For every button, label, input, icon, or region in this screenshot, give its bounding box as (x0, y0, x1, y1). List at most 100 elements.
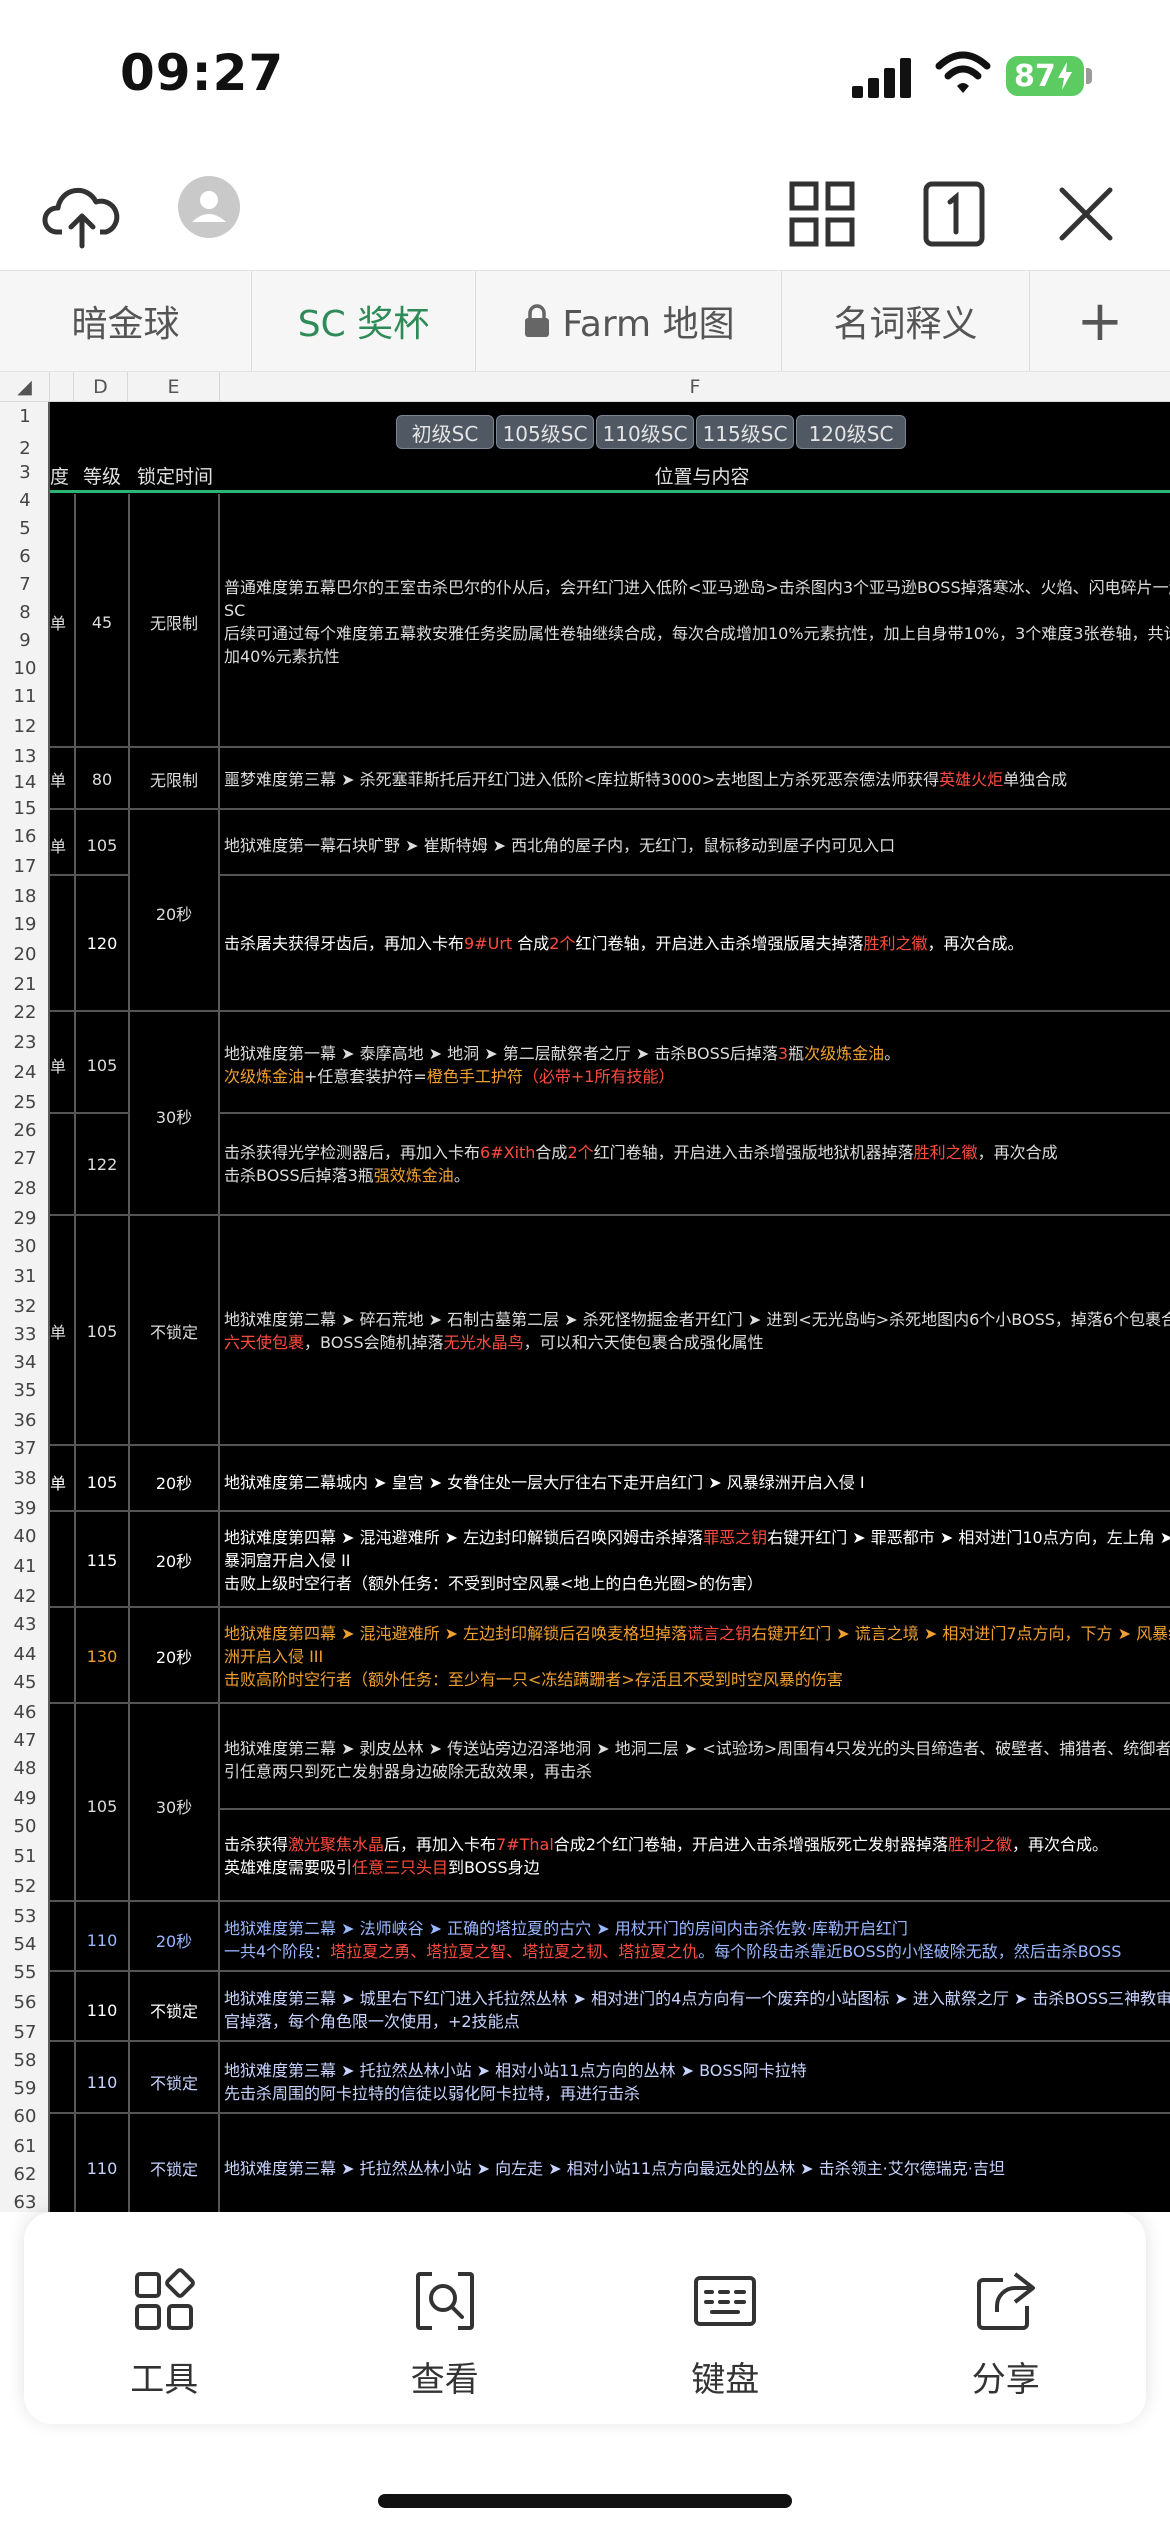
sc-level-button-120[interactable]: 120级SC (796, 415, 906, 449)
content-cell[interactable]: 地狱难度第一幕 ➤ 泰摩高地 ➤ 地洞 ➤ 第二层献祭者之厅 ➤ 击杀BOSS后… (222, 1018, 1170, 1112)
row-number[interactable]: 18 (0, 886, 50, 907)
lock-time-cell[interactable]: 不锁定 (130, 2052, 218, 2112)
row-number[interactable]: 55 (0, 1962, 50, 1983)
row-number[interactable]: 6 (0, 546, 50, 567)
row-number[interactable]: 1 (0, 406, 50, 427)
content-cell[interactable]: 击杀获得激光聚焦水晶后，再加入卡布7#Thal合成2个红门卷轴，开启进入击杀增强… (222, 1810, 1170, 1902)
content-cell[interactable]: 地狱难度第四幕 ➤ 混沌避难所 ➤ 左边封印解锁后召唤冈姆击杀掉落罪恶之钥右键开… (222, 1514, 1170, 1606)
level-cell[interactable]: 115 (76, 1514, 128, 1606)
content-cell[interactable]: 地狱难度第三幕 ➤ 剥皮丛林 ➤ 传送站旁边沼泽地洞 ➤ 地洞二层 ➤ <试验场… (222, 1712, 1170, 1808)
tab-sc-trophy[interactable]: SC 奖杯 (252, 271, 476, 371)
select-all-corner[interactable]: ◢ (0, 372, 50, 402)
level-cell[interactable]: 122 (76, 1114, 128, 1214)
lock-time-cell[interactable]: 30秒 (130, 1712, 218, 1900)
content-cell[interactable]: 地狱难度第二幕 ➤ 法师峡谷 ➤ 正确的塔拉夏的古穴 ➤ 用杖开门的房间内击杀佐… (222, 1910, 1170, 1970)
sc-level-button-basic[interactable]: 初级SC (396, 415, 494, 449)
column-d-header[interactable]: D (74, 372, 128, 402)
row-number[interactable]: 41 (0, 1556, 50, 1577)
share-button[interactable]: 分享 (866, 2212, 1147, 2424)
level-cell[interactable]: 110 (76, 1910, 128, 1970)
difficulty-cell[interactable]: 单 (50, 1218, 74, 1444)
row-number[interactable]: 30 (0, 1236, 50, 1257)
view-button[interactable]: 查看 (305, 2212, 586, 2424)
row-number[interactable]: 48 (0, 1758, 50, 1779)
row-number[interactable]: 57 (0, 2022, 50, 2043)
tab-dark-gold-ball[interactable]: 暗金球 (0, 271, 252, 371)
row-number[interactable]: 63 (0, 2192, 50, 2212)
lock-time-cell[interactable]: 20秒 (130, 1514, 218, 1606)
row-number[interactable]: 16 (0, 826, 50, 847)
table-row[interactable]: 单 105 20秒 地狱难度第二幕城内 ➤ 皇宫 ➤ 女眷住处一层大厅往右下走开… (50, 1454, 1170, 1512)
column-c-header[interactable] (50, 372, 74, 402)
row-number[interactable]: 10 (0, 658, 50, 679)
content-cell[interactable]: 地狱难度第二幕城内 ➤ 皇宫 ➤ 女眷住处一层大厅往右下走开启红门 ➤ 风暴绿洲… (222, 1454, 1170, 1510)
lock-time-cell[interactable]: 20秒 (130, 1910, 218, 1970)
row-number[interactable]: 23 (0, 1032, 50, 1053)
table-row[interactable]: 110 不锁定 地狱难度第三幕 ➤ 城里右下红门进入托拉然丛林 ➤ 相对进门的4… (50, 1980, 1170, 2042)
column-f-header[interactable]: F (220, 372, 1170, 402)
sc-level-button-110[interactable]: 110级SC (596, 415, 694, 449)
row-number[interactable]: 32 (0, 1296, 50, 1317)
level-cell[interactable]: 120 (76, 876, 128, 1010)
row-number[interactable]: 43 (0, 1614, 50, 1635)
row-number[interactable]: 2 (0, 438, 50, 459)
difficulty-cell[interactable]: 单 (50, 1454, 74, 1510)
lock-time-cell[interactable]: 20秒 (130, 1610, 218, 1702)
difficulty-cell[interactable]: 单 (50, 816, 74, 874)
tools-button[interactable]: 工具 (24, 2212, 305, 2424)
row-number[interactable]: 3 (0, 462, 50, 483)
level-cell[interactable]: 110 (76, 2124, 128, 2212)
level-cell[interactable]: 110 (76, 2052, 128, 2112)
row-number[interactable]: 9 (0, 630, 50, 651)
row-number[interactable]: 53 (0, 1906, 50, 1927)
row-number[interactable]: 19 (0, 914, 50, 935)
content-cell[interactable]: 地狱难度第三幕 ➤ 托拉然丛林小站 ➤ 向左走 ➤ 相对小站11点方向最远处的丛… (222, 2124, 1170, 2212)
table-row[interactable]: 110 不锁定 地狱难度第三幕 ➤ 托拉然丛林小站 ➤ 相对小站11点方向的丛林… (50, 2052, 1170, 2114)
row-number[interactable]: 27 (0, 1148, 50, 1169)
content-cell[interactable]: 地狱难度第三幕 ➤ 城里右下红门进入托拉然丛林 ➤ 相对进门的4点方向有一个废弃… (222, 1980, 1170, 2040)
row-number[interactable]: 44 (0, 1644, 50, 1665)
row-number[interactable]: 15 (0, 798, 50, 819)
row-number[interactable]: 54 (0, 1934, 50, 1955)
sc-level-button-105[interactable]: 105级SC (496, 415, 594, 449)
row-number[interactable]: 56 (0, 1992, 50, 2013)
grid-view-icon[interactable] (782, 174, 862, 254)
column-e-header[interactable]: E (128, 372, 220, 402)
difficulty-cell[interactable]: 单 (50, 498, 74, 746)
row-number[interactable]: 58 (0, 2050, 50, 2071)
lock-time-cell[interactable]: 30秒 (130, 1018, 218, 1214)
sc-level-button-115[interactable]: 115级SC (696, 415, 794, 449)
level-cell[interactable]: 105 (76, 1018, 128, 1112)
content-cell[interactable]: 击杀屠夫获得牙齿后，再加入卡布9#Urt 合成2个红门卷轴，开启进入击杀增强版屠… (222, 876, 1170, 1010)
row-number[interactable]: 33 (0, 1324, 50, 1345)
content-cell[interactable]: 普通难度第五幕巴尔的王室击杀巴尔的仆从后，会开红门进入低阶<亚马逊岛>击杀图内3… (222, 498, 1170, 746)
row-number[interactable]: 22 (0, 1002, 50, 1023)
level-cell[interactable]: 105 (76, 816, 128, 874)
lock-time-cell[interactable]: 20秒 (130, 816, 218, 1010)
row-number[interactable]: 29 (0, 1208, 50, 1229)
row-number[interactable]: 45 (0, 1672, 50, 1693)
row-number[interactable]: 39 (0, 1498, 50, 1519)
row-number[interactable]: 37 (0, 1438, 50, 1459)
table-row[interactable]: 110 不锁定 地狱难度第三幕 ➤ 托拉然丛林小站 ➤ 向左走 ➤ 相对小站11… (50, 2124, 1170, 2212)
avatar[interactable] (178, 176, 240, 238)
content-cell[interactable]: 击杀获得光学检测器后，再加入卡布6#Xith合成2个红门卷轴，开启进入击杀增强版… (222, 1114, 1170, 1214)
level-cell[interactable]: 105 (76, 1712, 128, 1900)
row-number[interactable]: 4 (0, 490, 50, 511)
row-number[interactable]: 52 (0, 1876, 50, 1897)
row-number[interactable]: 21 (0, 974, 50, 995)
row-number[interactable]: 25 (0, 1092, 50, 1113)
window-count-icon[interactable] (914, 174, 994, 254)
row-number[interactable]: 47 (0, 1730, 50, 1751)
content-cell[interactable]: 噩梦难度第三幕 ➤ 杀死塞菲斯托后开红门进入低阶<库拉斯特3000>去地图上方杀… (222, 750, 1170, 808)
row-number[interactable]: 51 (0, 1846, 50, 1867)
content-cell[interactable]: 地狱难度第一幕石块旷野 ➤ 崔斯特姆 ➤ 西北角的屋子内，无红门，鼠标移动到屋子… (222, 816, 1170, 874)
level-cell[interactable]: 45 (76, 498, 128, 746)
row-number[interactable]: 12 (0, 716, 50, 737)
lock-time-cell[interactable]: 不锁定 (130, 1218, 218, 1444)
row-number[interactable]: 61 (0, 2136, 50, 2157)
row-number[interactable]: 40 (0, 1526, 50, 1547)
row-number[interactable]: 8 (0, 602, 50, 623)
level-cell[interactable]: 110 (76, 1980, 128, 2040)
table-row[interactable]: 单 45 无限制 普通难度第五幕巴尔的王室击杀巴尔的仆从后，会开红门进入低阶<亚… (50, 498, 1170, 748)
